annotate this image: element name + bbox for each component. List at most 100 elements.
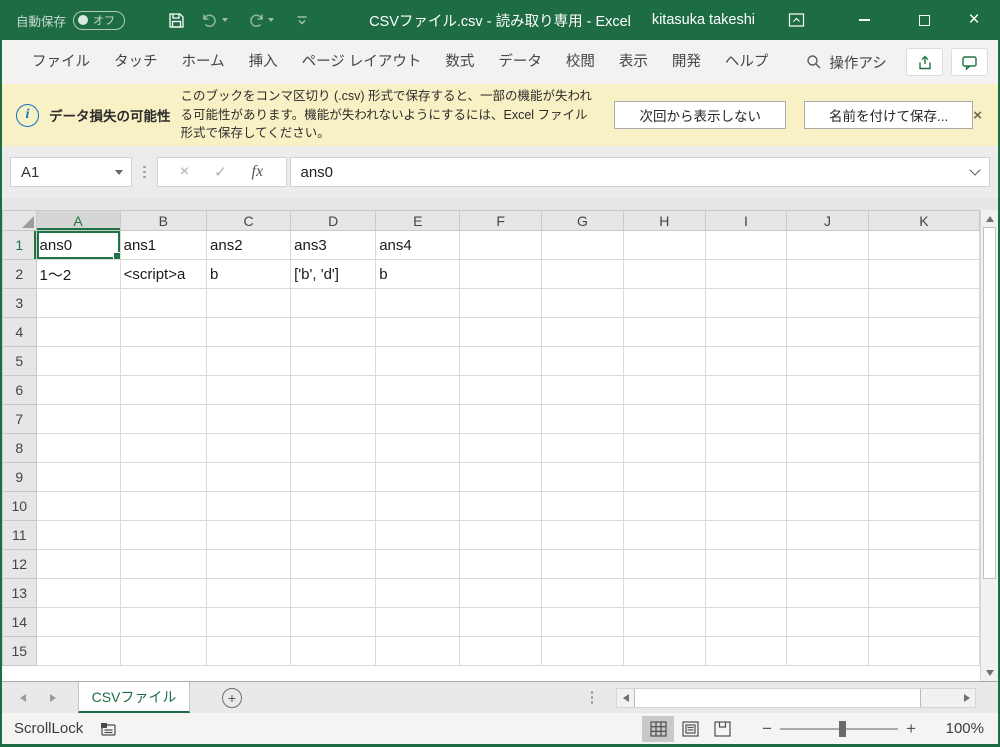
row-header-14[interactable]: 14: [2, 607, 37, 637]
cell-E15[interactable]: [375, 636, 461, 666]
tab-page-layout[interactable]: ページ レイアウト: [290, 40, 434, 84]
cell-D2[interactable]: ['b', 'd']: [290, 259, 377, 289]
sheet-tab-csv[interactable]: CSVファイル: [78, 682, 190, 713]
cell-H3[interactable]: [622, 288, 706, 318]
row-header-11[interactable]: 11: [2, 520, 37, 550]
cell-E10[interactable]: [375, 491, 461, 521]
cell-I8[interactable]: [704, 433, 788, 463]
tab-review[interactable]: 校閲: [554, 40, 607, 84]
cell-J10[interactable]: [786, 491, 869, 521]
cell-J11[interactable]: [786, 520, 869, 550]
cell-K3[interactable]: [867, 288, 980, 318]
cell-D7[interactable]: [290, 404, 377, 434]
cell-I4[interactable]: [704, 317, 788, 347]
cell-E1[interactable]: ans4: [375, 230, 461, 260]
horizontal-scroll-thumb[interactable]: [634, 688, 921, 707]
expand-formula-bar-icon[interactable]: [969, 164, 981, 176]
cell-J4[interactable]: [786, 317, 869, 347]
cell-A7[interactable]: [35, 404, 121, 434]
cell-A2[interactable]: 1～2: [35, 259, 121, 289]
tab-formulas[interactable]: 数式: [433, 40, 486, 84]
cell-C10[interactable]: [206, 491, 292, 521]
row-header-13[interactable]: 13: [2, 578, 37, 608]
cell-A6[interactable]: [35, 375, 121, 405]
row-header-8[interactable]: 8: [2, 433, 37, 463]
column-header-G[interactable]: G: [541, 210, 624, 231]
cell-A15[interactable]: [35, 636, 121, 666]
tab-file[interactable]: ファイル: [20, 40, 102, 84]
macro-record-icon[interactable]: [99, 721, 117, 737]
cell-D3[interactable]: [290, 288, 377, 318]
next-sheet-button[interactable]: [38, 682, 68, 713]
cell-H14[interactable]: [622, 607, 706, 637]
cell-J6[interactable]: [786, 375, 869, 405]
cell-I2[interactable]: [704, 259, 788, 289]
cell-H6[interactable]: [622, 375, 706, 405]
cell-G14[interactable]: [541, 607, 624, 637]
row-header-7[interactable]: 7: [2, 404, 37, 434]
cell-J8[interactable]: [786, 433, 869, 463]
tab-help[interactable]: ヘルプ: [713, 40, 781, 84]
cell-B8[interactable]: [119, 433, 208, 463]
cell-B4[interactable]: [119, 317, 208, 347]
cell-J2[interactable]: [786, 259, 869, 289]
column-header-K[interactable]: K: [867, 210, 980, 231]
cancel-icon[interactable]: ×: [180, 163, 189, 181]
cell-B13[interactable]: [119, 578, 208, 608]
cell-I1[interactable]: [704, 230, 788, 260]
cell-F9[interactable]: [459, 462, 542, 492]
column-header-E[interactable]: E: [375, 210, 461, 231]
account-user-name[interactable]: kitasuka takeshi: [652, 0, 755, 40]
comments-button[interactable]: [951, 48, 988, 76]
tab-home[interactable]: ホーム: [170, 40, 237, 84]
scroll-left-icon[interactable]: [617, 689, 634, 707]
cell-E2[interactable]: b: [375, 259, 461, 289]
cell-I12[interactable]: [704, 549, 788, 579]
row-header-2[interactable]: 2: [2, 259, 37, 289]
share-button[interactable]: [906, 48, 943, 76]
cell-B2[interactable]: <script>a: [119, 259, 208, 289]
cell-J3[interactable]: [786, 288, 869, 318]
insert-function-icon[interactable]: fx: [252, 163, 264, 181]
cell-C7[interactable]: [206, 404, 292, 434]
add-sheet-button[interactable]: +: [222, 687, 242, 708]
cell-F12[interactable]: [459, 549, 542, 579]
cell-H9[interactable]: [622, 462, 706, 492]
cell-E4[interactable]: [375, 317, 461, 347]
column-header-A[interactable]: A: [35, 210, 121, 231]
cell-E13[interactable]: [375, 578, 461, 608]
quick-access-toolbar-button[interactable]: [286, 0, 318, 40]
cell-I11[interactable]: [704, 520, 788, 550]
cell-H12[interactable]: [622, 549, 706, 579]
cell-F13[interactable]: [459, 578, 542, 608]
cell-G9[interactable]: [541, 462, 624, 492]
cell-H15[interactable]: [622, 636, 706, 666]
cell-F15[interactable]: [459, 636, 542, 666]
tab-touch[interactable]: タッチ: [102, 40, 170, 84]
row-header-4[interactable]: 4: [2, 317, 37, 347]
cell-A11[interactable]: [35, 520, 121, 550]
row-header-1[interactable]: 1: [2, 230, 37, 260]
cell-C1[interactable]: ans2: [206, 230, 292, 260]
cell-G1[interactable]: [541, 230, 624, 260]
cell-J1[interactable]: [786, 230, 869, 260]
cell-C8[interactable]: [206, 433, 292, 463]
cell-C3[interactable]: [206, 288, 292, 318]
cell-B5[interactable]: [119, 346, 208, 376]
cell-G15[interactable]: [541, 636, 624, 666]
cell-G4[interactable]: [541, 317, 624, 347]
page-layout-view-button[interactable]: [674, 716, 706, 742]
dont-show-again-button[interactable]: 次回から表示しない: [614, 101, 786, 129]
cell-G11[interactable]: [541, 520, 624, 550]
cell-F8[interactable]: [459, 433, 542, 463]
row-header-5[interactable]: 5: [2, 346, 37, 376]
row-header-3[interactable]: 3: [2, 288, 37, 318]
cell-K8[interactable]: [867, 433, 980, 463]
cell-G5[interactable]: [541, 346, 624, 376]
cell-C12[interactable]: [206, 549, 292, 579]
prev-sheet-button[interactable]: [8, 682, 38, 713]
cell-E12[interactable]: [375, 549, 461, 579]
cell-C9[interactable]: [206, 462, 292, 492]
enter-icon[interactable]: ✓: [214, 163, 227, 181]
cell-H10[interactable]: [622, 491, 706, 521]
